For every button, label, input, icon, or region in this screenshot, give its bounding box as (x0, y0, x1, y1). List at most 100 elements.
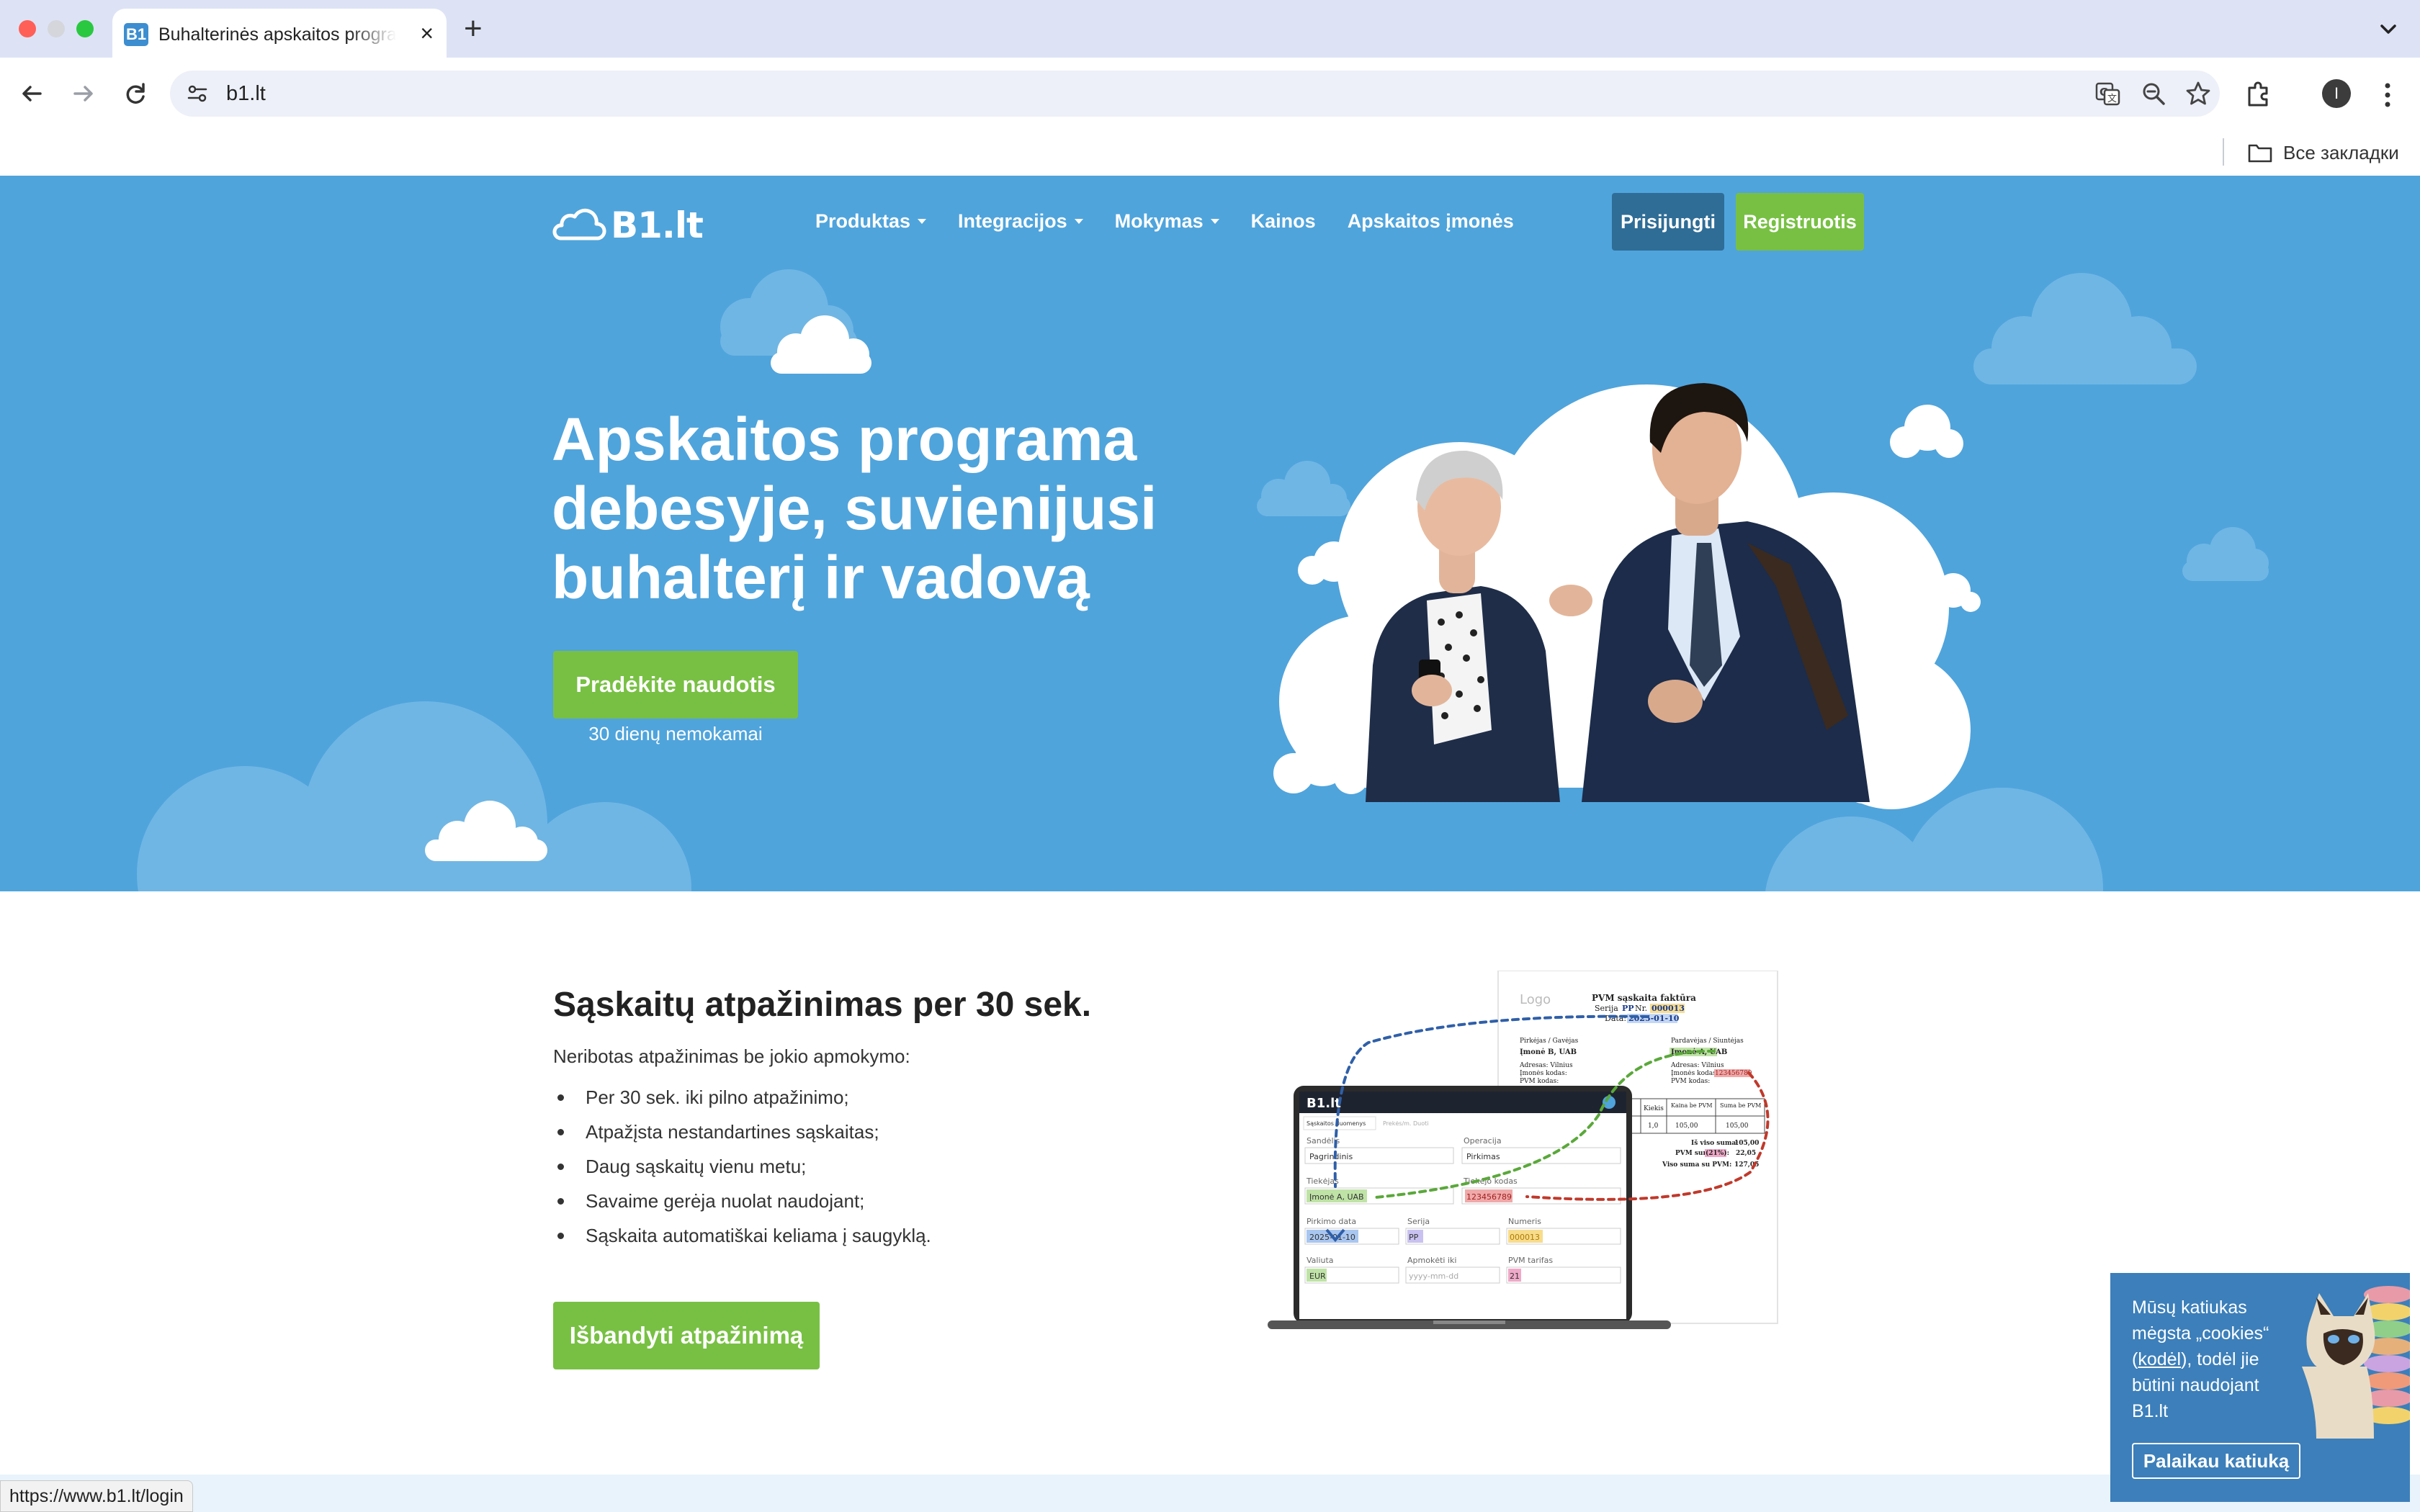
tab-search-chevron-icon[interactable] (2375, 16, 2401, 42)
seller-code-label: Įmonės kodas: (1671, 1070, 1718, 1077)
grand-total-label: Viso suma su PVM: (1662, 1161, 1731, 1169)
nav-item-integracijos[interactable]: Integracijos (958, 210, 1083, 233)
zoom-icon[interactable] (2139, 79, 2168, 108)
window-zoom-button[interactable] (76, 20, 94, 37)
favicon-icon: B1 (124, 23, 148, 46)
field-value: Pagrindinis (1309, 1152, 1353, 1161)
login-button[interactable]: Prisijungti (1612, 193, 1724, 251)
cloud-logo-icon (552, 208, 606, 240)
field-value: 000013 (1510, 1233, 1540, 1242)
field-value: 21 (1510, 1272, 1520, 1281)
row-price: 105,00 (1675, 1122, 1698, 1130)
trial-note: 30 dienų nemokamai (588, 723, 763, 744)
cloud-decoration (1973, 273, 2197, 384)
logo-text: B1.lt (611, 204, 704, 246)
start-using-button[interactable]: Pradėkite naudotis (553, 651, 798, 719)
translate-icon[interactable]: G文 (2093, 79, 2122, 108)
vat-rate: (21%): (1706, 1149, 1729, 1157)
field-value: EUR (1309, 1272, 1326, 1281)
tab-close-icon[interactable]: × (420, 20, 434, 46)
window-close-button[interactable] (19, 20, 36, 37)
browser-menu-icon[interactable] (2377, 79, 2398, 111)
url-text: b1.lt (226, 82, 266, 105)
field-label: Numeris (1508, 1217, 1541, 1226)
field-label: Pirkimo data (1307, 1217, 1356, 1226)
total-value: 105,00 (1734, 1140, 1759, 1147)
new-tab-button[interactable]: + (464, 10, 483, 48)
caret-down-icon (918, 219, 927, 224)
invoice-heading: PVM sąskaita faktūra (1592, 993, 1696, 1003)
section-title: Sąskaitų atpažinimas per 30 sek. (553, 986, 1092, 1024)
list-item: Savaime gerėja nuolat naudojant; (553, 1184, 931, 1218)
list-item: Daug sąskaitų vienu metu; (553, 1149, 931, 1184)
field-value: Įmonė A, UAB (1309, 1192, 1364, 1202)
address-bar[interactable]: b1.lt G文 (170, 71, 2220, 117)
seller-heading: Pardavėjas / Siuntėjas (1671, 1038, 1744, 1045)
reload-icon[interactable] (118, 76, 153, 111)
bookmark-star-icon[interactable] (2184, 79, 2213, 108)
nav-label: Mokymas (1114, 210, 1204, 232)
svg-text:文: 文 (2107, 94, 2117, 104)
field-value: PP (1409, 1233, 1419, 1242)
buyer-vat-label: PVM kodas: (1520, 1078, 1559, 1085)
hero-title-line: debesyje, suvienijusi (552, 474, 1157, 542)
invoice-logo: Logo (1520, 992, 1551, 1007)
invoice-serial-label: Serija (1595, 1004, 1618, 1013)
field-value: yyyy-mm-dd (1409, 1272, 1458, 1281)
nav-label: Apskaitos įmonės (1347, 210, 1514, 232)
all-bookmarks-folder[interactable]: Все закладки (2247, 140, 2399, 166)
nav-item-apskaitos-imones[interactable]: Apskaitos įmonės (1348, 210, 1514, 233)
browser-tab[interactable]: B1 Buhalterinės apskaitos programa × (112, 9, 447, 58)
forward-icon[interactable] (66, 76, 101, 111)
hero-section: B1.lt Produktas Integracijos Mokymas Kai… (0, 176, 2420, 891)
profile-avatar[interactable]: I (2322, 79, 2351, 108)
cloud-decoration (425, 801, 547, 861)
app-tab: Prekės/m. Duoti (1383, 1120, 1429, 1127)
field-label: Serija (1407, 1217, 1430, 1226)
bookmarks-bar: Все закладки (0, 130, 2420, 176)
col-price: Kaina be PVM (1671, 1102, 1713, 1109)
nav-label: Integracijos (958, 210, 1067, 232)
cookie-text: Mūsų katiukas mėgsta „cookies“ (kodėl), … (2132, 1295, 2280, 1424)
back-icon[interactable] (14, 76, 49, 111)
bookmarks-folder-label: Все закладки (2283, 141, 2399, 163)
row-qty: 1,0 (1648, 1122, 1659, 1130)
vat-sum: 22,05 (1736, 1150, 1756, 1157)
site-settings-icon[interactable] (184, 81, 210, 107)
status-bar-url: https://www.b1.lt/login (0, 1480, 193, 1512)
invoice-serial: PP (1622, 1004, 1634, 1013)
site-logo[interactable]: B1.lt (552, 204, 704, 246)
cookie-accept-button[interactable]: Palaikau katiuką (2132, 1443, 2300, 1479)
app-logo: B1.lt (1307, 1096, 1341, 1111)
window-minimize-button[interactable] (48, 20, 65, 37)
caret-down-icon (1210, 219, 1219, 224)
browser-toolbar: b1.lt G文 I (0, 58, 2420, 130)
caret-down-icon (1074, 219, 1083, 224)
nav-item-produktas[interactable]: Produktas (815, 210, 927, 233)
extensions-icon[interactable] (2243, 79, 2275, 111)
try-recognition-button[interactable]: Išbandyti atpažinimą (553, 1302, 820, 1369)
hero-title: Apskaitos programa debesyje, suvienijusi… (552, 405, 1200, 612)
list-item: Per 30 sek. iki pilno atpažinimo; (553, 1080, 931, 1115)
register-button[interactable]: Registruotis (1736, 193, 1864, 251)
buyer-code-label: Įmonės kodas: (1520, 1070, 1567, 1077)
buyer-heading: Pirkėjas / Gavėjas (1520, 1038, 1579, 1045)
nav-label: Kainos (1250, 210, 1316, 232)
hero-title-line: Apskaitos programa (552, 405, 1137, 473)
cookie-banner: Mūsų katiukas mėgsta „cookies“ (kodėl), … (2110, 1273, 2410, 1502)
hero-title-line: buhalterį ir vadovą (552, 544, 1090, 611)
invoice-number-label: Nr. (1635, 1004, 1647, 1013)
field-label: Operacija (1464, 1136, 1502, 1146)
col-qty: Kiekis (1644, 1105, 1664, 1112)
cat-with-cookies-image (2302, 1286, 2410, 1439)
cookie-why-link[interactable]: kodėl (2138, 1349, 2181, 1369)
section-intro: Neribotas atpažinimas be jokio apmokymo: (553, 1045, 910, 1067)
field-label: PVM tarifas (1508, 1256, 1553, 1265)
nav-item-mokymas[interactable]: Mokymas (1115, 210, 1219, 233)
nav-item-kainos[interactable]: Kainos (1251, 210, 1316, 233)
cloud-decoration (771, 315, 871, 374)
feature-list: Per 30 sek. iki pilno atpažinimo; Atpažį… (553, 1080, 931, 1253)
hero-people-image (1273, 383, 1981, 809)
invoice-number: 000013 (1652, 1004, 1685, 1013)
recognition-section: Sąskaitų atpažinimas per 30 sek. Neribot… (0, 891, 2420, 1475)
